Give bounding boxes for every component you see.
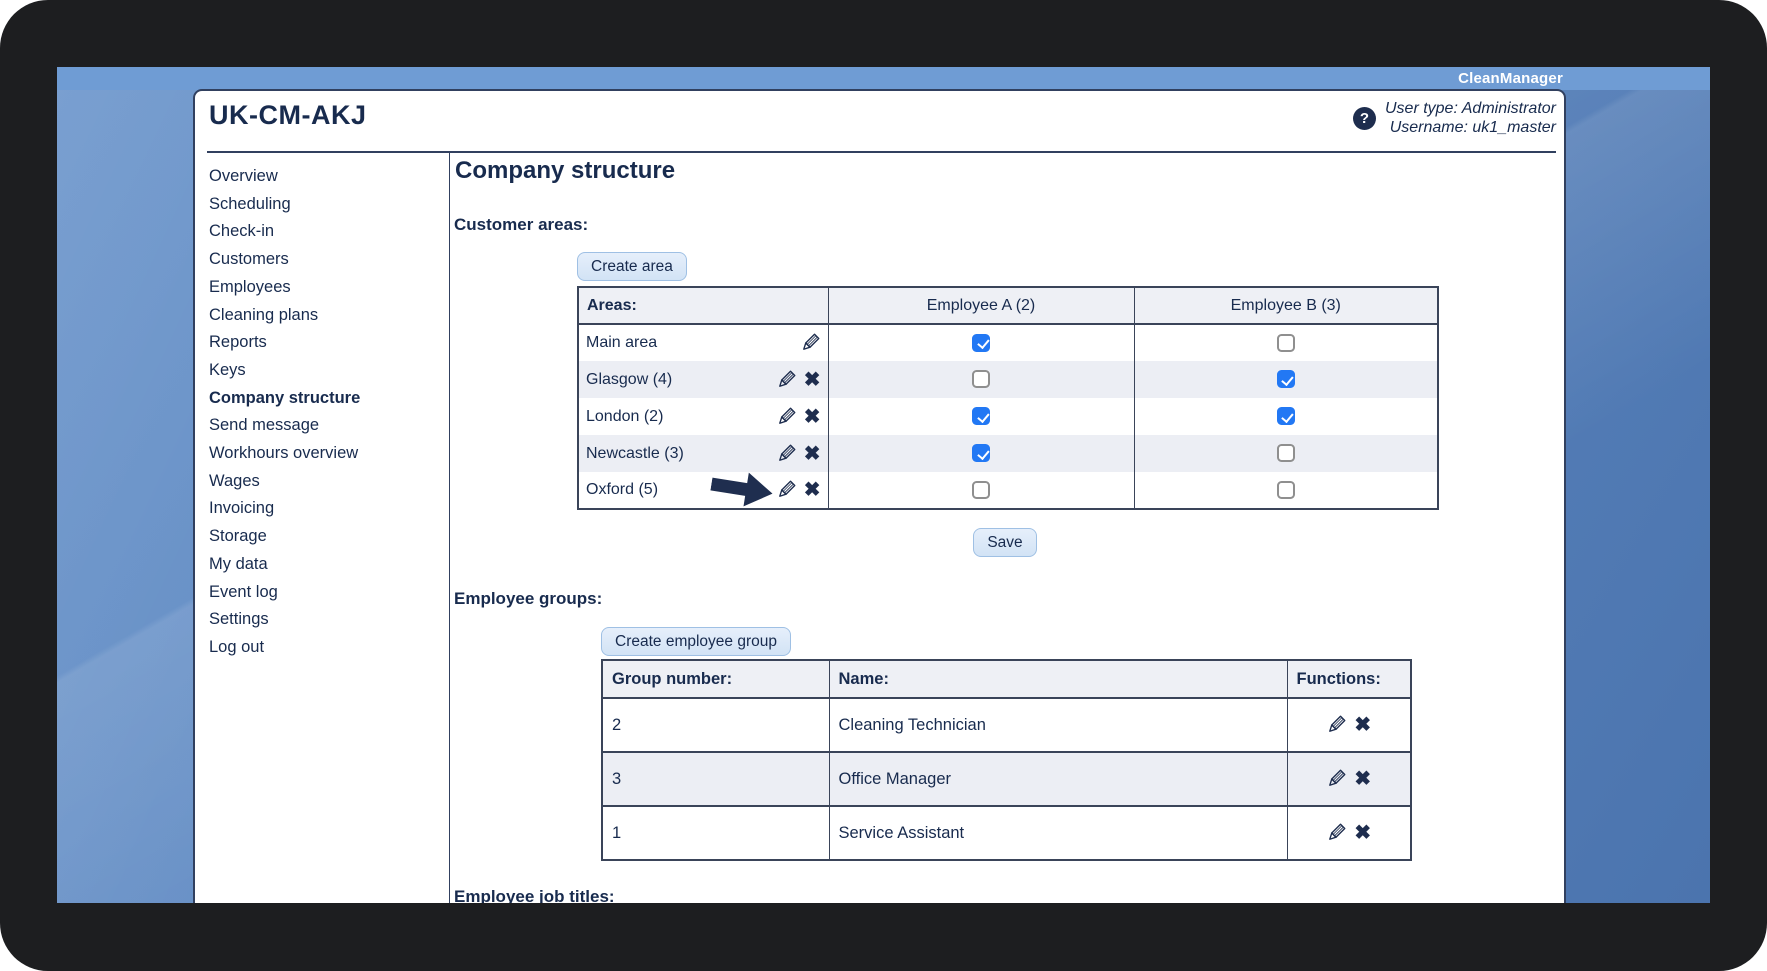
area-row: Newcastle (3) ✖ [578, 435, 1438, 472]
edit-icon[interactable] [1325, 822, 1347, 844]
username-text: Username: uk1_master [1385, 118, 1556, 137]
areas-table-body: Main area [578, 324, 1438, 509]
checkbox-employee-b[interactable] [1277, 481, 1295, 499]
checkbox-employee-a[interactable] [972, 481, 990, 499]
checkbox-employee-a[interactable] [972, 370, 990, 388]
areas-header-row: Areas: Employee A (2) Employee B (3) [578, 287, 1438, 324]
checkbox-employee-b[interactable] [1277, 444, 1295, 462]
groups-table-body: 2 Cleaning Technician ✖ 3 Office Manager [602, 698, 1411, 860]
area-name: Oxford (5) [586, 481, 658, 499]
area-name: Newcastle (3) [586, 445, 684, 463]
group-name: Service Assistant [829, 806, 1287, 860]
delete-icon[interactable]: ✖ [804, 444, 821, 464]
user-lines: User type: Administrator Username: uk1_m… [1385, 99, 1556, 137]
checkbox-employee-a[interactable] [972, 444, 990, 462]
page-title: UK-CM-AKJ [209, 100, 366, 131]
sidebar-item-company-structure[interactable]: Company structure [209, 385, 449, 413]
sidebar-item-wages[interactable]: Wages [209, 468, 449, 496]
area-row: London (2) ✖ [578, 398, 1438, 435]
sidebar-item-keys[interactable]: Keys [209, 357, 449, 385]
create-area-button[interactable]: Create area [577, 252, 687, 281]
group-name: Office Manager [829, 752, 1287, 806]
section-heading: Company structure [455, 157, 675, 185]
desktop-background: CleanManager UK-CM-AKJ ? User type: Admi… [57, 67, 1710, 903]
sidebar-item-invoicing[interactable]: Invoicing [209, 495, 449, 523]
group-row: 2 Cleaning Technician ✖ [602, 698, 1411, 752]
delete-icon[interactable]: ✖ [804, 370, 821, 390]
brand-label: CleanManager [1458, 70, 1563, 87]
employee-job-titles-label: Employee job titles: [454, 887, 615, 903]
delete-icon[interactable]: ✖ [804, 407, 821, 427]
edit-icon[interactable] [1325, 768, 1347, 790]
sidebar-item-my-data[interactable]: My data [209, 551, 449, 579]
sidebar-item-employees[interactable]: Employees [209, 274, 449, 302]
sidebar-item-event-log[interactable]: Event log [209, 579, 449, 607]
area-row: Glasgow (4) ✖ [578, 361, 1438, 398]
sidebar-item-check-in[interactable]: Check-in [209, 218, 449, 246]
group-row: 1 Service Assistant ✖ [602, 806, 1411, 860]
edit-icon[interactable] [775, 369, 797, 391]
employee-a-column-header: Employee A (2) [828, 287, 1134, 324]
app-panel: UK-CM-AKJ ? User type: Administrator Use… [193, 89, 1566, 903]
group-number: 1 [602, 806, 829, 860]
group-name-column-header: Name: [829, 660, 1287, 698]
delete-icon[interactable]: ✖ [1354, 769, 1371, 789]
delete-icon[interactable]: ✖ [1354, 715, 1371, 735]
areas-column-header: Areas: [578, 287, 828, 324]
save-button[interactable]: Save [973, 528, 1037, 557]
area-name: Glasgow (4) [586, 371, 672, 389]
edit-icon[interactable] [775, 479, 797, 501]
group-row: 3 Office Manager ✖ [602, 752, 1411, 806]
sidebar-item-log-out[interactable]: Log out [209, 634, 449, 662]
area-name: Main area [586, 334, 657, 352]
employee-b-column-header: Employee B (3) [1134, 287, 1438, 324]
edit-icon[interactable] [775, 406, 797, 428]
sidebar-item-overview[interactable]: Overview [209, 163, 449, 191]
checkbox-employee-a[interactable] [972, 407, 990, 425]
sidebar-item-settings[interactable]: Settings [209, 606, 449, 634]
sidebar-item-scheduling[interactable]: Scheduling [209, 191, 449, 219]
employee-groups-label: Employee groups: [454, 589, 602, 609]
device-frame: CleanManager UK-CM-AKJ ? User type: Admi… [0, 0, 1767, 971]
main-content: Company structure Customer areas: Create… [450, 153, 1564, 903]
area-row: Main area [578, 324, 1438, 361]
sidebar-item-send-message[interactable]: Send message [209, 412, 449, 440]
checkbox-employee-b[interactable] [1277, 407, 1295, 425]
group-number: 2 [602, 698, 829, 752]
edit-icon[interactable] [799, 332, 821, 354]
sidebar-item-cleaning-plans[interactable]: Cleaning plans [209, 302, 449, 330]
areas-table: Areas: Employee A (2) Employee B (3) Mai… [577, 286, 1439, 510]
groups-header-row: Group number: Name: Functions: [602, 660, 1411, 698]
delete-icon[interactable]: ✖ [1354, 823, 1371, 843]
brand-bar: CleanManager [57, 67, 1710, 90]
edit-icon[interactable] [775, 443, 797, 465]
group-functions-column-header: Functions: [1287, 660, 1411, 698]
group-number-column-header: Group number: [602, 660, 829, 698]
sidebar-nav-list: OverviewSchedulingCheck-inCustomersEmplo… [195, 153, 449, 662]
checkbox-employee-b[interactable] [1277, 370, 1295, 388]
delete-icon[interactable]: ✖ [804, 480, 821, 500]
edit-icon[interactable] [1325, 714, 1347, 736]
checkbox-employee-a[interactable] [972, 334, 990, 352]
employee-groups-table: Group number: Name: Functions: 2 Cleanin… [601, 659, 1412, 861]
group-number: 3 [602, 752, 829, 806]
user-type-text: User type: Administrator [1385, 99, 1556, 118]
help-icon[interactable]: ? [1353, 107, 1376, 130]
panel-header: UK-CM-AKJ ? User type: Administrator Use… [195, 91, 1564, 153]
sidebar-item-storage[interactable]: Storage [209, 523, 449, 551]
create-employee-group-button[interactable]: Create employee group [601, 627, 791, 656]
area-row: Oxford (5) ✖ [578, 472, 1438, 509]
customer-areas-label: Customer areas: [454, 215, 588, 235]
group-name: Cleaning Technician [829, 698, 1287, 752]
checkbox-employee-b[interactable] [1277, 334, 1295, 352]
sidebar-item-customers[interactable]: Customers [209, 246, 449, 274]
user-info: ? User type: Administrator Username: uk1… [1353, 99, 1556, 137]
sidebar-item-workhours-overview[interactable]: Workhours overview [209, 440, 449, 468]
sidebar-item-reports[interactable]: Reports [209, 329, 449, 357]
area-name: London (2) [586, 408, 663, 426]
sidebar-nav: OverviewSchedulingCheck-inCustomersEmplo… [195, 153, 450, 903]
